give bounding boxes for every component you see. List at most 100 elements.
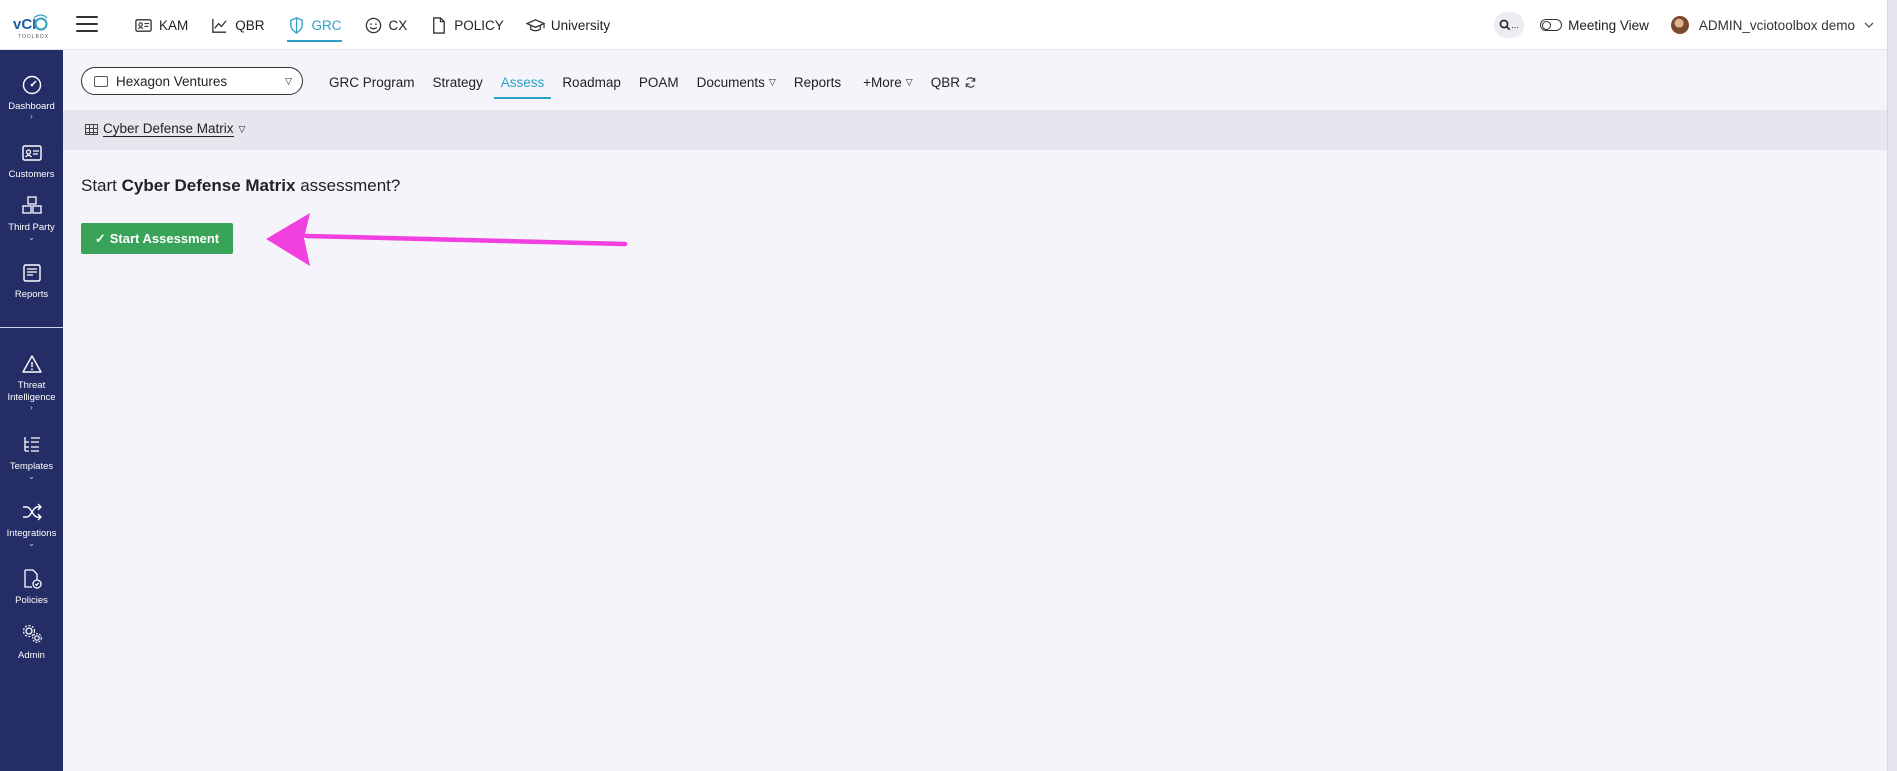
framework-selector-label: Cyber Defense Matrix	[103, 121, 234, 137]
sidebar-item-threat-intelligence[interactable]: Threat Intelligence ›	[0, 353, 63, 412]
sidebar-item-label: Reports	[14, 289, 49, 300]
sidebar: Dashboard › Customers Third Party ⌄ Repo…	[0, 50, 63, 771]
gauge-icon	[22, 75, 41, 95]
top-nav-qbr[interactable]: QBR	[210, 0, 265, 50]
tab-label: QBR	[930, 74, 960, 90]
user-menu-name[interactable]: ADMIN_vciotoolbox demo	[1699, 18, 1855, 33]
line-chart-icon	[212, 18, 227, 33]
tab-label: POAM	[638, 74, 679, 90]
top-nav-kam-label: KAM	[159, 17, 189, 33]
sidebar-caret: ⌄	[28, 539, 35, 548]
tab-assess[interactable]: Assess	[493, 67, 551, 99]
caret-down-icon: ▽	[238, 123, 246, 134]
tab-roadmap[interactable]: Roadmap	[562, 67, 621, 97]
document-icon	[433, 16, 446, 34]
caret-down-icon: ▽	[905, 76, 913, 87]
sidebar-caret: ⌄	[28, 472, 35, 481]
top-nav-cx[interactable]: CX	[364, 0, 408, 50]
tab-reports[interactable]: Reports	[794, 67, 841, 97]
sidebar-divider	[0, 327, 63, 328]
svg-text:TOOLBOX: TOOLBOX	[18, 34, 48, 40]
framework-bar: Cyber Defense Matrix ▽	[63, 110, 1887, 150]
id-card-icon	[21, 145, 42, 161]
grc-sub-nav: Hexagon Ventures ▽ GRC Program Strategy …	[63, 50, 1887, 110]
annotation-arrow	[266, 213, 628, 266]
sidebar-item-reports[interactable]: Reports	[0, 262, 63, 301]
caret-down-icon: ▽	[768, 76, 776, 87]
sidebar-item-third-party[interactable]: Third Party ⌄	[0, 195, 63, 242]
top-nav-grc-label: GRC	[311, 17, 342, 33]
shuffle-icon	[22, 503, 42, 521]
tab-poam[interactable]: POAM	[639, 67, 679, 97]
tab-grc-program[interactable]: GRC Program	[329, 67, 415, 97]
tab-label: Roadmap	[562, 74, 621, 90]
top-nav-policy-label: POLICY	[454, 17, 504, 33]
tab-qbr[interactable]: QBR	[931, 67, 977, 97]
sidebar-item-label: Threat Intelligence	[7, 380, 56, 403]
refresh-icon[interactable]	[964, 76, 977, 89]
top-nav-policy[interactable]: POLICY	[429, 0, 504, 50]
framework-selector[interactable]: Cyber Defense Matrix ▽	[85, 121, 245, 137]
id-card-icon	[135, 18, 152, 32]
sidebar-item-customers[interactable]: Customers	[0, 142, 63, 181]
hamburger-menu-button[interactable]	[76, 13, 98, 35]
start-assessment-button[interactable]: ✓ Start Assessment	[81, 223, 233, 254]
svg-text:vCI: vCI	[13, 16, 36, 33]
boxes-icon	[21, 196, 42, 214]
avatar[interactable]	[1670, 16, 1689, 34]
sidebar-item-label: Admin	[18, 650, 45, 661]
policy-file-icon	[23, 569, 42, 589]
caret-down-icon: ▽	[285, 76, 292, 86]
meeting-view-label: Meeting View	[1568, 17, 1649, 33]
tab-label: +More	[863, 74, 902, 90]
toggle-icon	[1540, 19, 1563, 31]
company-selector[interactable]: Hexagon Ventures ▽	[81, 67, 303, 95]
top-nav-university[interactable]: University	[525, 0, 611, 50]
top-nav: KAM QBR GRC CX POLICY University	[134, 0, 632, 50]
smiley-icon	[365, 17, 381, 33]
sidebar-item-label: Customers	[8, 169, 55, 180]
tab-more[interactable]: +More ▽	[863, 67, 913, 97]
tab-strategy[interactable]: Strategy	[433, 67, 483, 97]
top-nav-qbr-label: QBR	[235, 17, 265, 33]
meeting-view-toggle[interactable]: Meeting View	[1540, 18, 1649, 33]
warning-icon	[21, 355, 42, 373]
sidebar-item-label: Policies	[15, 595, 48, 606]
sidebar-item-templates[interactable]: Templates ⌄	[0, 434, 63, 481]
list-tree-icon	[23, 437, 40, 452]
top-nav-university-label: University	[550, 17, 611, 33]
chevron-down-icon[interactable]	[1863, 19, 1875, 31]
search-icon	[1499, 19, 1511, 31]
check-icon: ✓	[94, 230, 106, 246]
sidebar-item-integrations[interactable]: Integrations ⌄	[0, 501, 63, 548]
top-bar: vCI TOOLBOX KAM QBR GRC CX POLICY Univer…	[0, 0, 1887, 50]
search-suffix: ...	[1511, 20, 1519, 30]
tab-label: Documents	[696, 74, 765, 90]
sidebar-item-policies[interactable]: Policies	[0, 568, 63, 607]
sidebar-item-dashboard[interactable]: Dashboard ›	[0, 74, 63, 121]
sidebar-item-admin[interactable]: Admin	[0, 623, 63, 662]
top-right-controls: ... Meeting View ADMIN_vciotoolbox demo	[1494, 0, 1887, 50]
top-nav-grc[interactable]: GRC	[286, 0, 342, 50]
id-card-icon	[94, 75, 108, 87]
global-search-button[interactable]: ...	[1494, 12, 1525, 38]
tab-label: GRC Program	[329, 74, 415, 90]
prompt-prefix: Start	[81, 176, 122, 195]
window-scrollbar[interactable]	[1887, 0, 1897, 771]
shield-icon	[289, 16, 303, 34]
top-nav-kam[interactable]: KAM	[134, 0, 188, 50]
tab-label: Assess	[500, 74, 545, 90]
reports-icon	[22, 264, 41, 282]
tab-label: Strategy	[432, 74, 483, 90]
graduation-cap-icon	[525, 18, 545, 31]
sidebar-caret: ›	[30, 112, 33, 121]
top-nav-cx-label: CX	[388, 17, 408, 33]
company-selector-value: Hexagon Ventures	[116, 73, 228, 89]
sidebar-caret: ⌄	[28, 233, 35, 242]
vcio-toolbox-logo[interactable]: vCI TOOLBOX	[12, 10, 48, 40]
prompt-framework-name: Cyber Defense Matrix	[121, 176, 296, 195]
table-grid-icon	[85, 123, 98, 135]
tab-documents[interactable]: Documents ▽	[697, 67, 776, 97]
prompt-suffix: assessment?	[295, 176, 401, 195]
tab-label: Reports	[793, 74, 842, 90]
